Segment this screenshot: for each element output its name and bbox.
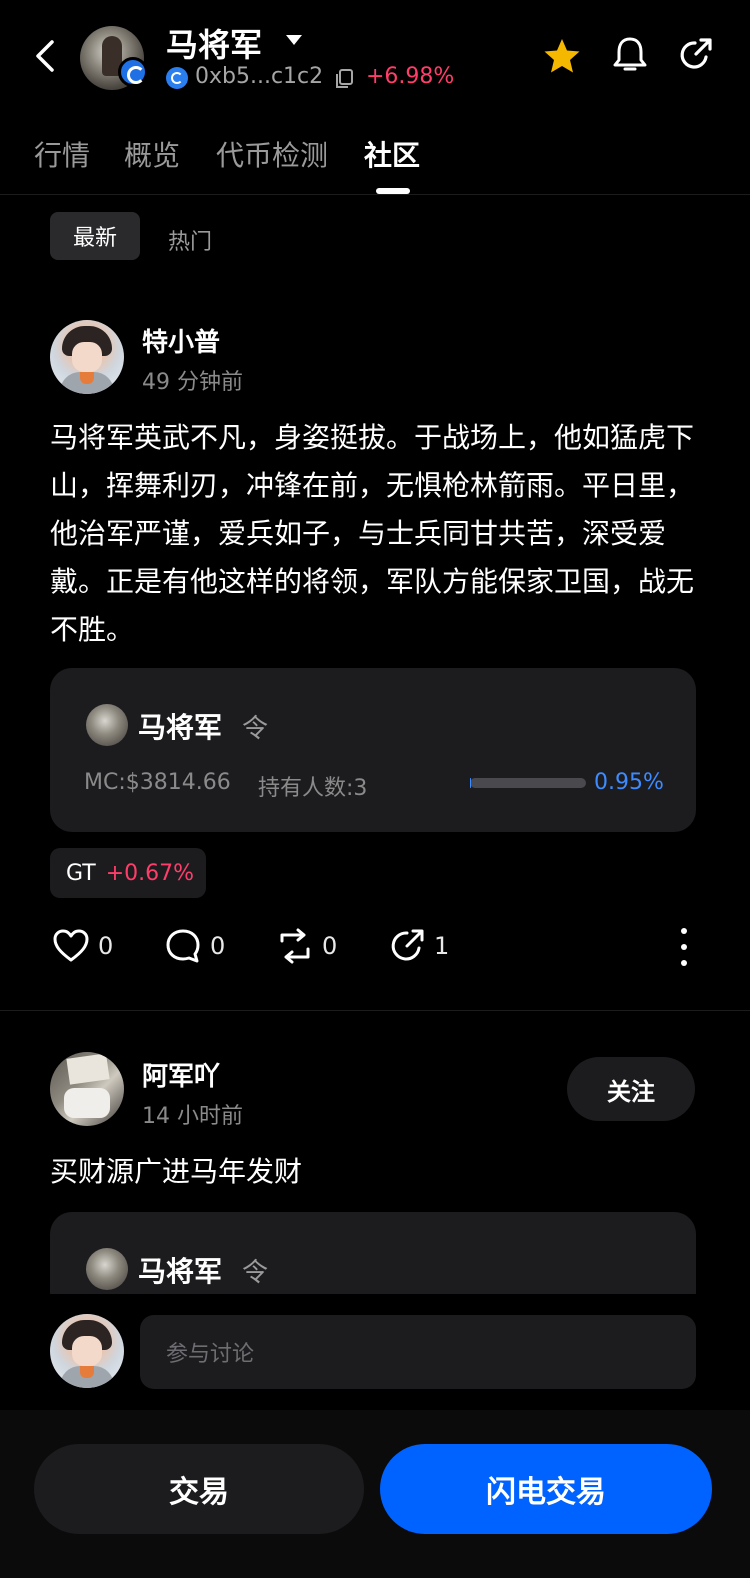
alert-button[interactable] [610, 34, 650, 76]
bell-icon [613, 37, 647, 71]
star-icon [544, 39, 580, 73]
comment-button[interactable]: 0 [164, 926, 225, 966]
share-count: 1 [434, 932, 450, 960]
share-icon [680, 38, 712, 69]
back-button[interactable] [28, 36, 64, 76]
like-count: 0 [98, 932, 114, 960]
contract-address: 0xb5...c1c2 [195, 64, 324, 89]
comment-count: 0 [210, 932, 226, 960]
repost-button[interactable]: 0 [276, 926, 337, 966]
heart-icon [53, 929, 89, 962]
divider [0, 194, 750, 195]
tab-overview[interactable]: 概览 [124, 134, 180, 174]
price-change: +6.98% [366, 64, 455, 89]
progress-fill [470, 778, 472, 788]
progress-bar [470, 778, 586, 788]
divider [0, 1010, 750, 1011]
chevron-left-icon [36, 40, 54, 72]
token-card[interactable]: 马将军 令 MC:$3814.66 持有人数:3 0.95% [50, 668, 696, 832]
more-options-icon[interactable] [672, 928, 696, 966]
filter-latest[interactable]: 最新 [50, 212, 140, 260]
gt-chip[interactable]: GT +0.67% [50, 848, 206, 898]
timestamp: 49 分钟前 [142, 370, 243, 395]
progress-percent: 0.95% [594, 770, 664, 795]
chain-icon [166, 67, 188, 89]
share-post-button[interactable]: 1 [388, 926, 449, 966]
repost-count: 0 [322, 932, 338, 960]
token-title[interactable]: 马将军 [166, 20, 262, 66]
tab-token-check[interactable]: 代币检测 [216, 134, 328, 174]
favorite-button[interactable] [542, 36, 582, 76]
username[interactable]: 阿军吖 [142, 1056, 220, 1093]
share-button[interactable] [676, 36, 714, 74]
card-token-name: 马将军 [138, 1255, 223, 1288]
card-token-symbol: 令 [242, 714, 269, 744]
tab-community[interactable]: 社区 [364, 134, 420, 174]
share-icon [391, 929, 424, 961]
caret-down-icon[interactable] [286, 35, 302, 45]
copy-icon[interactable] [334, 68, 354, 90]
comment-input[interactable]: 参与讨论 [140, 1315, 696, 1389]
tab-market[interactable]: 行情 [34, 134, 90, 174]
token-avatar [86, 1248, 128, 1290]
avatar[interactable] [50, 320, 124, 394]
chain-badge-icon [118, 57, 148, 87]
follow-button[interactable]: 关注 [567, 1057, 695, 1121]
filter-hot[interactable]: 热门 [168, 224, 212, 256]
my-avatar[interactable] [50, 1314, 124, 1388]
chip-percent: +0.67% [105, 860, 195, 886]
post-text[interactable]: 买财源广进马年发财 [50, 1148, 700, 1196]
market-cap: MC:$3814.66 [84, 770, 231, 795]
avatar[interactable] [50, 1052, 124, 1126]
chip-label: GT [66, 860, 96, 886]
timestamp: 14 小时前 [142, 1104, 243, 1129]
token-avatar [86, 704, 128, 746]
flash-trade-button[interactable]: 闪电交易 [380, 1444, 712, 1534]
repost-icon [280, 928, 310, 964]
like-button[interactable]: 0 [52, 926, 113, 966]
post-text[interactable]: 马将军英武不凡，身姿挺拔。于战场上，他如猛虎下山，挥舞利刃，冲锋在前，无惧枪林箭… [50, 414, 700, 654]
username[interactable]: 特小普 [142, 322, 220, 359]
card-token-name: 马将军 [138, 711, 223, 744]
card-token-symbol: 令 [242, 1258, 269, 1288]
holders-count: 持有人数:3 [258, 776, 368, 801]
trade-button[interactable]: 交易 [34, 1444, 364, 1534]
comment-icon [166, 929, 200, 963]
